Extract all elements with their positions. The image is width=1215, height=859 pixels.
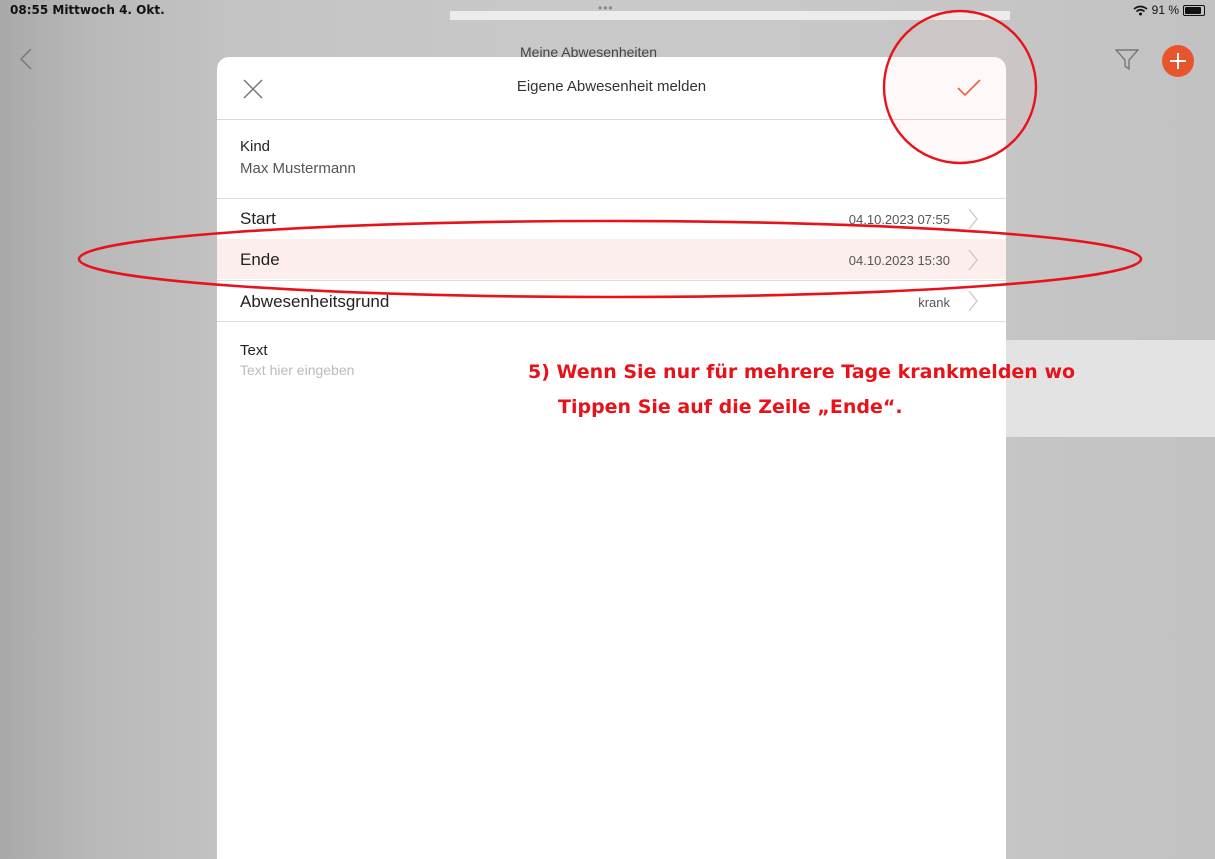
text-input-placeholder[interactable]: Text hier eingeben [240,362,354,378]
reason-label: Abwesenheitsgrund [240,292,390,311]
battery-percentage: 91 % [1151,3,1179,17]
reason-row[interactable]: Abwesenheitsgrund krank [217,281,1006,322]
ende-value: 04.10.2023 15:30 [848,253,950,268]
start-row[interactable]: Start 04.10.2023 07:55 [217,199,1006,240]
filter-icon[interactable] [1115,49,1139,71]
child-label: Kind [240,138,271,155]
child-name: Max Mustermann [240,160,356,177]
start-value: 04.10.2023 07:55 [848,212,950,227]
child-row: Kind Max Mustermann [217,120,1006,199]
back-chevron-icon[interactable] [20,48,32,70]
chevron-right-icon [968,249,978,271]
chevron-right-icon [968,290,978,312]
text-label: Text [240,342,268,359]
report-absence-sheet: Eigene Abwesenheit melden Kind Max Muste… [217,57,1006,859]
annotation-line-1: 5) Wenn Sie nur für mehrere Tage krankme… [528,361,1076,383]
app-switcher-strip [450,11,1010,20]
wifi-icon [1133,5,1148,15]
reason-value: krank [918,295,950,310]
ende-label: Ende [240,250,280,269]
sheet-title: Eigene Abwesenheit melden [516,78,707,95]
add-icon[interactable] [1162,45,1194,77]
battery-icon [1183,4,1205,16]
ende-row[interactable]: Ende 04.10.2023 15:30 [217,239,1006,281]
checkmark-icon[interactable] [956,78,982,98]
chevron-right-icon [968,208,978,230]
status-time-date: 08:55 Mittwoch 4. Okt. [10,3,165,17]
annotation-line-2: Tippen Sie auf die Zeile „Ende“. [558,396,903,418]
sheet-header: Eigene Abwesenheit melden [217,57,1006,120]
status-right: 91 % [1133,3,1205,17]
annotation-text: 5) Wenn Sie nur für mehrere Tage krankme… [528,355,1075,425]
start-label: Start [240,209,276,228]
